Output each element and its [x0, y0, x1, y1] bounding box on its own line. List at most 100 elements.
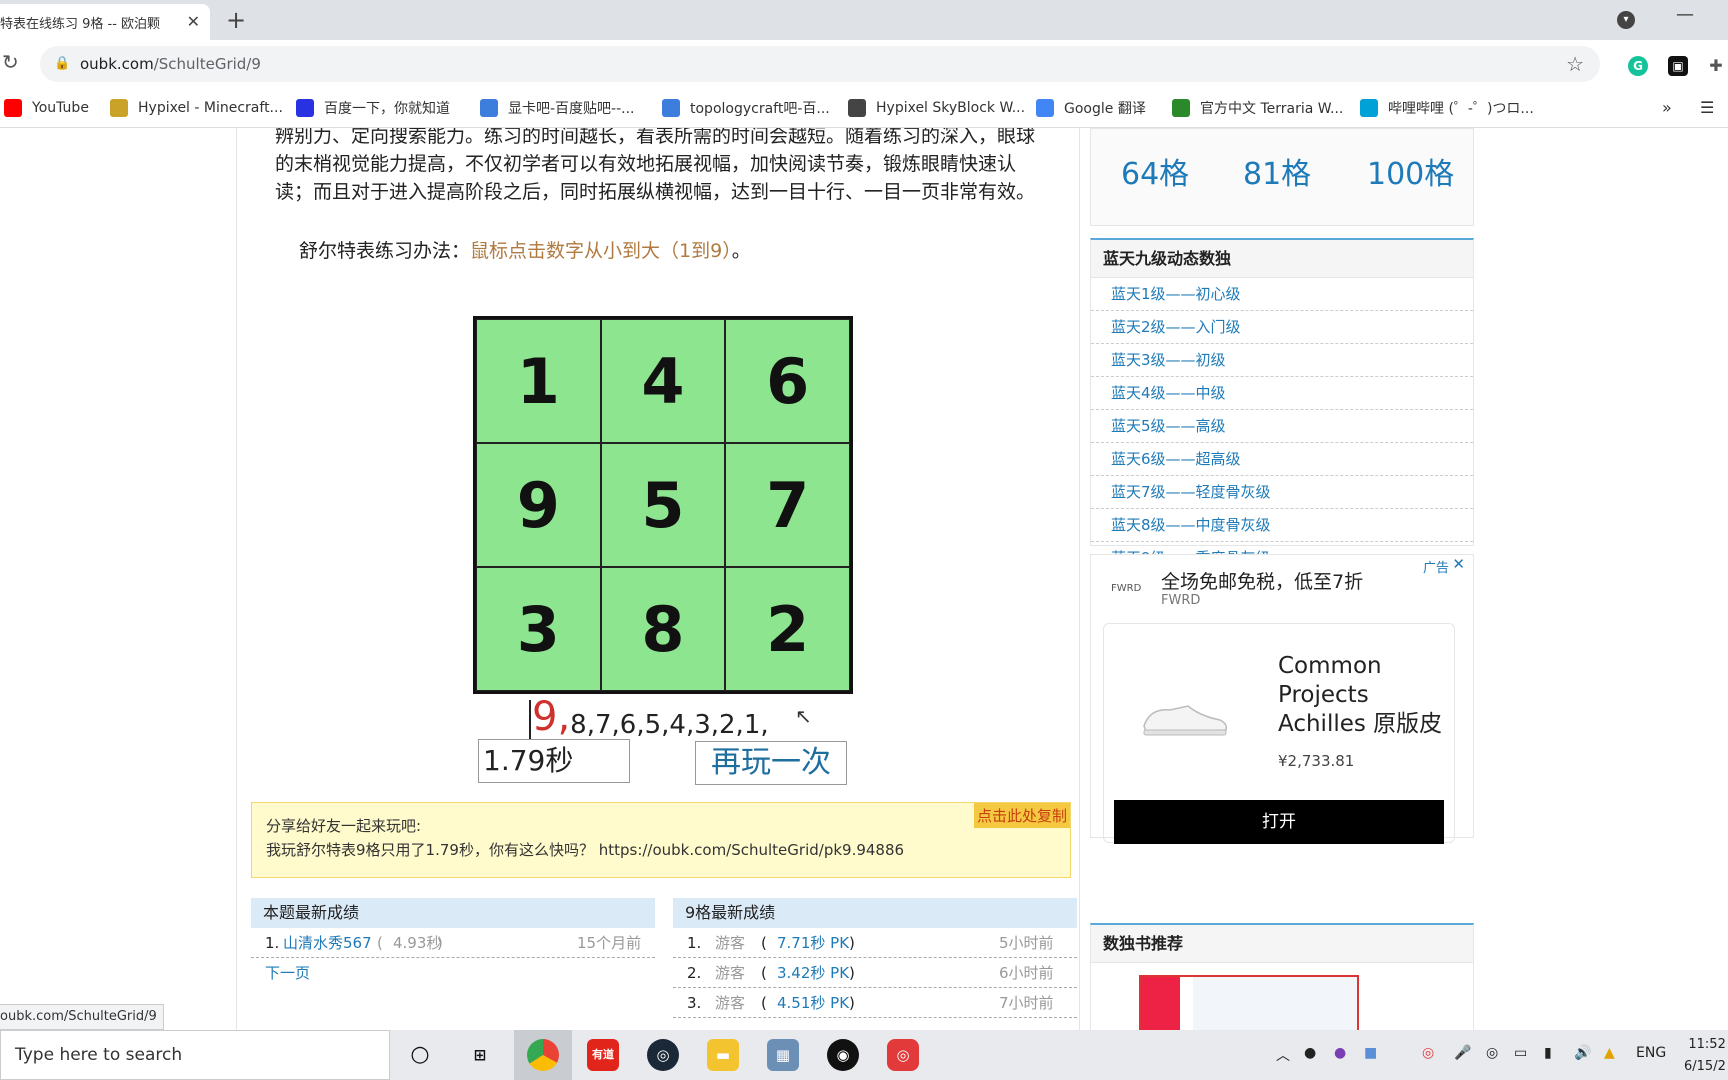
share-heading: 分享给好友一起来玩吧: — [266, 817, 422, 835]
user-link[interactable]: 山清水秀567 — [283, 928, 372, 958]
bookmark-item[interactable]: Google 翻译 — [1036, 94, 1146, 122]
hypixel-icon — [110, 99, 128, 117]
grid-size-links: 64格 81格 100格 — [1090, 128, 1474, 226]
lock-icon[interactable]: 🔒 — [54, 56, 70, 71]
browser-toolbar: ↻ 🔒 oubk.com/SchulteGrid/9 ☆ G ▣ ✚ — [0, 40, 1728, 90]
qq-icon[interactable]: ◉ — [827, 1039, 859, 1071]
grid-cell[interactable]: 8 — [600, 567, 726, 691]
copy-link-button[interactable]: 点击此处复制 — [973, 803, 1070, 828]
mouse-cursor-icon: ↖ — [795, 704, 812, 728]
level-link[interactable]: 蓝天4级——中级 — [1091, 377, 1473, 410]
ad-price: ¥2,733.81 — [1278, 752, 1355, 770]
bookmark-item[interactable]: Hypixel SkyBlock W... — [848, 94, 1025, 122]
level-link[interactable]: 蓝天2级——入门级 — [1091, 311, 1473, 344]
pk-link[interactable]: 4.51秒 PK — [777, 988, 849, 1018]
reading-list-icon[interactable]: ☰ — [1700, 98, 1714, 117]
text-cursor — [529, 700, 531, 740]
ad-title[interactable]: 全场免邮免税，低至7折 — [1161, 567, 1363, 594]
grid-81-link[interactable]: 81格 — [1243, 149, 1311, 193]
reload-icon[interactable]: ↻ — [2, 50, 19, 74]
youtube-icon — [4, 99, 22, 117]
skyblock-icon — [848, 99, 866, 117]
level-link[interactable]: 蓝天6级——超高级 — [1091, 443, 1473, 476]
bookmark-item[interactable]: 显卡吧-百度贴吧--... — [480, 94, 635, 122]
bookmark-item[interactable]: YouTube — [4, 94, 89, 122]
task-view-icon[interactable]: ⊞ — [464, 1039, 496, 1071]
panel-title: 本题最新成绩 — [251, 898, 655, 928]
ad-logo: FWRD — [1111, 583, 1142, 594]
steam-icon[interactable]: ◎ — [647, 1039, 679, 1071]
bookmark-label: 哔哩哔哩 (゜-゜)つロ... — [1388, 101, 1534, 117]
extension-icon[interactable]: ▣ — [1668, 56, 1688, 76]
grid-cell[interactable]: 5 — [600, 443, 726, 567]
grid-cell[interactable]: 7 — [725, 443, 850, 567]
grid-64-link[interactable]: 64格 — [1121, 149, 1189, 193]
system-clock[interactable]: 11:52 6/15/2 — [1684, 1034, 1726, 1078]
level-link[interactable]: 蓝天3级——初级 — [1091, 344, 1473, 377]
bookmark-item[interactable]: Hypixel - Minecraft... — [110, 94, 283, 122]
sidebar: 64格 81格 100格 蓝天九级动态数独 蓝天1级——初心级 蓝天2级——入门… — [1090, 128, 1474, 1030]
next-page-link[interactable]: 下一页 — [265, 958, 310, 988]
bookmark-star-icon[interactable]: ☆ — [1566, 52, 1584, 76]
pk-link[interactable]: 7.71秒 PK — [777, 928, 849, 958]
grid-cell[interactable]: 1 — [476, 319, 601, 443]
pk-link[interactable]: 3.42秒 PK — [777, 958, 849, 988]
tray-app-icon[interactable]: ● — [1334, 1045, 1346, 1061]
battery-icon[interactable]: ▮ — [1544, 1045, 1552, 1061]
language-indicator[interactable]: ENG — [1636, 1045, 1666, 1061]
bookmark-item[interactable]: topologycraft吧-百... — [662, 94, 830, 122]
book-cover-image[interactable] — [1139, 975, 1359, 1030]
tray-app-icon[interactable]: ■ — [1364, 1045, 1377, 1061]
close-ad-icon[interactable]: ✕ — [1452, 555, 1465, 573]
address-bar[interactable]: 🔒 oubk.com/SchulteGrid/9 ☆ — [40, 46, 1600, 82]
grid-cell[interactable]: 9 — [476, 443, 601, 567]
grammarly-icon[interactable]: G — [1628, 56, 1648, 76]
share-box: 点击此处复制 分享给好友一起来玩吧: 我玩舒尔特表9格只用了1.79秒，你有这么… — [251, 802, 1071, 878]
grid-cell[interactable]: 6 — [725, 319, 850, 443]
grid-cell[interactable]: 4 — [600, 319, 726, 443]
bookmark-item[interactable]: 哔哩哔哩 (゜-゜)つロ... — [1360, 94, 1534, 122]
new-tab-icon[interactable]: + — [226, 6, 246, 34]
topic-results-panel: 本题最新成绩 1. 山清水秀567 ( 4.93秒 ) 15个月前 下一页 — [251, 898, 655, 988]
replay-button[interactable]: 再玩一次 — [695, 741, 847, 785]
grid-cell[interactable]: 2 — [725, 567, 850, 691]
taskbar-search[interactable]: Type here to search — [0, 1030, 390, 1080]
puzzle-icon[interactable]: ✚ — [1706, 56, 1726, 76]
chrome-icon[interactable] — [527, 1039, 559, 1071]
tray-app-icon[interactable]: ● — [1304, 1045, 1316, 1061]
youdao-icon[interactable]: 有道 — [587, 1039, 619, 1071]
tab-search-icon[interactable]: ▾ — [1617, 11, 1635, 29]
url-text[interactable]: oubk.com/SchulteGrid/9 — [80, 55, 261, 73]
share-text[interactable]: 我玩舒尔特表9格只用了1.79秒，你有这么快吗？ https://oubk.co… — [266, 839, 904, 860]
level-link[interactable]: 蓝天8级——中度骨灰级 — [1091, 509, 1473, 542]
bookmark-label: topologycraft吧-百... — [690, 101, 830, 117]
file-explorer-icon[interactable]: ▬ — [707, 1039, 739, 1071]
more-bookmarks-icon[interactable]: » — [1662, 98, 1672, 117]
tray-overflow-icon[interactable]: ︿ — [1276, 1045, 1290, 1065]
close-icon[interactable]: ✕ — [187, 12, 200, 31]
netease-music-icon[interactable]: ◎ — [887, 1039, 919, 1071]
ad-open-button[interactable]: 打开 — [1114, 800, 1444, 844]
tray-app-icon[interactable]: ◎ — [1422, 1045, 1434, 1061]
level-link[interactable]: 蓝天5级——高级 — [1091, 410, 1473, 443]
volume-icon[interactable]: 🔊 — [1574, 1045, 1591, 1061]
network-icon[interactable]: ▭ — [1514, 1045, 1527, 1061]
ad-product-card[interactable]: Common Projects Achilles 原版皮 ¥2,733.81 打… — [1103, 623, 1455, 844]
grid-cell[interactable]: 3 — [476, 567, 601, 691]
tray-app-icon[interactable]: ▲ — [1604, 1045, 1615, 1061]
bookmark-item[interactable]: 官方中文 Terraria W... — [1172, 94, 1343, 122]
browser-tab[interactable]: 特表在线练习 9格 -- 欧泊颗 ✕ — [0, 4, 210, 40]
steam-tray-icon[interactable]: ◎ — [1486, 1045, 1498, 1061]
grid-100-link[interactable]: 100格 — [1367, 149, 1454, 193]
minimize-icon[interactable]: — — [1676, 4, 1694, 25]
cortana-icon[interactable]: ○ — [404, 1039, 436, 1071]
computer-icon[interactable]: ▦ — [767, 1039, 799, 1071]
bookmark-item[interactable]: 百度一下，你就知道 — [296, 94, 450, 122]
advertisement[interactable]: 广告 ✕ FWRD 全场免邮免税，低至7折 FWRD Common Projec… — [1090, 554, 1474, 844]
main-column: 辨别力、定向搜索能力。练习的时间越长，看表所需的时间会越短。随着练习的深入，眼球… — [236, 128, 1080, 1030]
level-link[interactable]: 蓝天1级——初心级 — [1091, 278, 1473, 311]
taskbar: Type here to search ○ ⊞ 有道 ◎ ▬ ▦ ◉ ◎ ︿ ●… — [0, 1030, 1728, 1080]
microphone-icon[interactable]: 🎤 — [1454, 1045, 1471, 1061]
level-link[interactable]: 蓝天7级——轻度骨灰级 — [1091, 476, 1473, 509]
schulte-grid: 1 4 6 9 5 7 3 8 2 — [473, 316, 853, 694]
